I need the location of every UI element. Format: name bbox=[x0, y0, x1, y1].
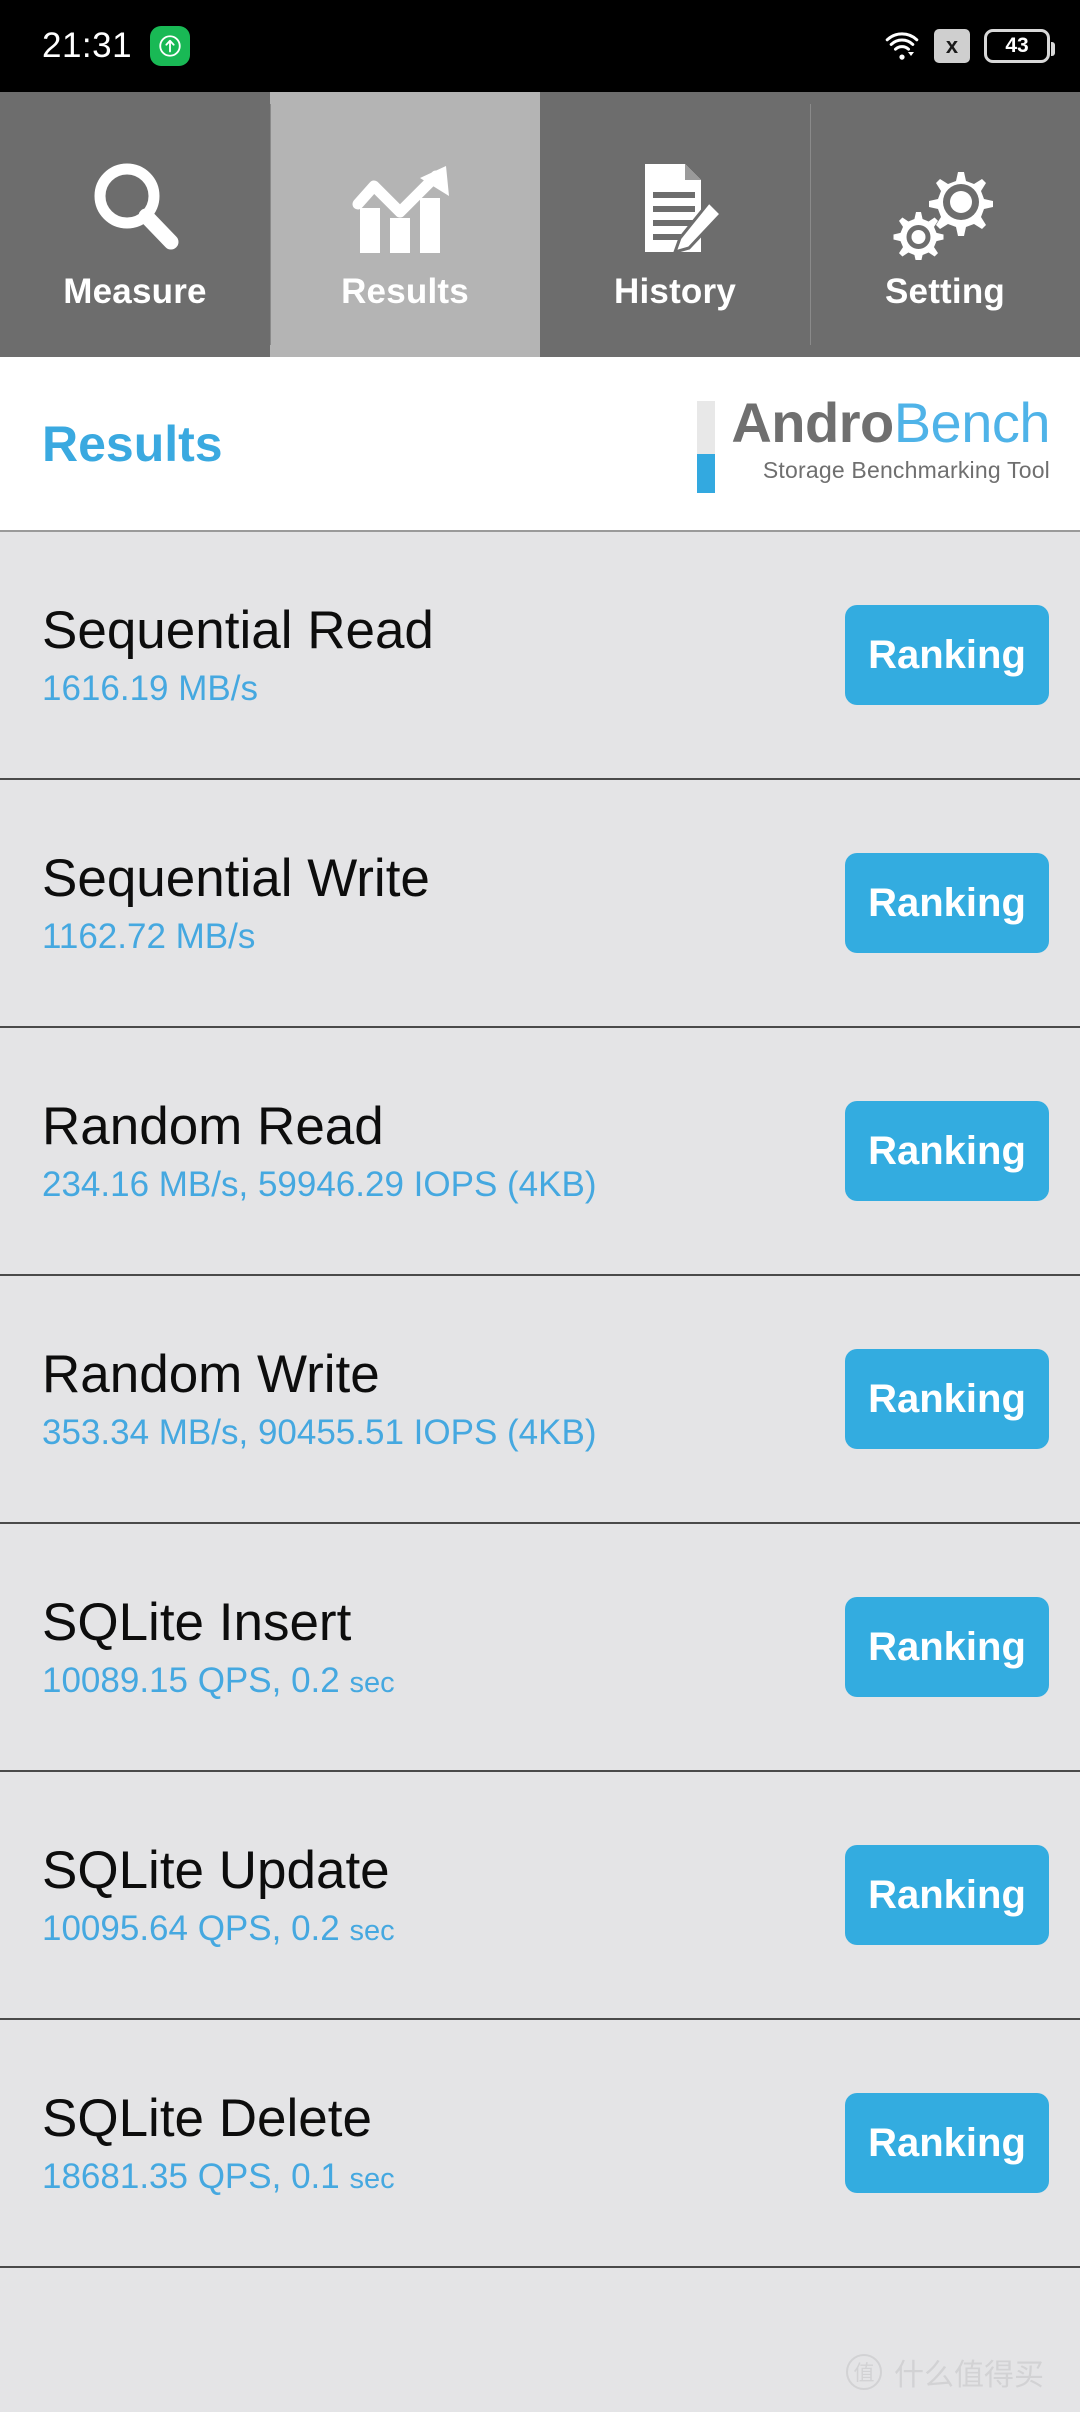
logo-text: AndroBench Storage Benchmarking Tool bbox=[731, 394, 1050, 484]
row-text: Sequential Write 1162.72 MB/s bbox=[42, 852, 430, 954]
row-text: SQLite Update 10095.64 QPS, 0.2 sec bbox=[42, 1844, 395, 1946]
result-value: 1162.72 MB/s bbox=[42, 919, 430, 954]
result-title: Random Write bbox=[42, 1345, 380, 1404]
row-text: SQLite Insert 10089.15 QPS, 0.2 sec bbox=[42, 1596, 395, 1698]
ranking-button[interactable]: Ranking bbox=[845, 1597, 1049, 1697]
logo-bar-icon bbox=[697, 400, 716, 493]
table-row[interactable]: SQLite Update 10095.64 QPS, 0.2 sec Rank… bbox=[0, 1772, 1080, 2020]
table-row[interactable]: SQLite Delete 18681.35 QPS, 0.1 sec Rank… bbox=[0, 2020, 1080, 2268]
logo-tagline: Storage Benchmarking Tool bbox=[762, 456, 1050, 483]
wifi-icon bbox=[884, 32, 920, 60]
tab-results[interactable]: Results bbox=[270, 92, 540, 357]
logo-andro: Andro bbox=[731, 390, 894, 454]
result-value-main: 1616.19 MB/s bbox=[42, 669, 258, 708]
status-clock: 21:31 bbox=[42, 26, 133, 65]
row-text: Random Write 353.34 MB/s, 90455.51 IOPS … bbox=[42, 1348, 596, 1450]
watermark: 值 什么值得买 bbox=[846, 2350, 1044, 2394]
result-value: 10089.15 QPS, 0.2 sec bbox=[42, 1663, 395, 1698]
result-value: 18681.35 QPS, 0.1 sec bbox=[42, 2159, 395, 2194]
document-pencil-icon bbox=[623, 148, 727, 268]
status-bar-left: 21:31 bbox=[42, 26, 191, 66]
result-value-main: 10089.15 QPS, 0.2 bbox=[42, 1661, 350, 1700]
upload-arrow-icon bbox=[150, 26, 191, 66]
row-text: Random Read 234.16 MB/s, 59946.29 IOPS (… bbox=[42, 1100, 596, 1202]
table-row[interactable]: SQLite Insert 10089.15 QPS, 0.2 sec Rank… bbox=[0, 1524, 1080, 1772]
result-title: Random Read bbox=[42, 1097, 384, 1156]
result-value: 234.16 MB/s, 59946.29 IOPS (4KB) bbox=[42, 1167, 596, 1202]
tab-measure[interactable]: Measure bbox=[0, 92, 270, 357]
watermark-logo-icon: 值 bbox=[846, 2354, 882, 2390]
page-header: Results AndroBench Storage Benchmarking … bbox=[0, 357, 1080, 532]
result-title: SQLite Update bbox=[42, 1841, 390, 1900]
tab-label-measure: Measure bbox=[63, 271, 207, 311]
result-value: 10095.64 QPS, 0.2 sec bbox=[42, 1911, 395, 1946]
result-title: Sequential Write bbox=[42, 849, 430, 908]
status-bar-right: x 43 bbox=[884, 29, 1055, 63]
result-value-unit: sec bbox=[349, 1667, 395, 1699]
androbench-logo: AndroBench Storage Benchmarking Tool bbox=[697, 394, 1051, 493]
result-value-main: 1162.72 MB/s bbox=[42, 917, 256, 956]
ranking-button[interactable]: Ranking bbox=[845, 853, 1049, 953]
x-icon: x bbox=[934, 29, 970, 63]
ranking-button[interactable]: Ranking bbox=[845, 1349, 1049, 1449]
result-value: 1616.19 MB/s bbox=[42, 671, 434, 706]
table-row[interactable]: Sequential Read 1616.19 MB/s Ranking bbox=[0, 532, 1080, 780]
result-value-unit: sec bbox=[349, 1915, 395, 1947]
watermark-text: 什么值得买 bbox=[894, 2359, 1044, 2392]
result-value-main: 18681.35 QPS, 0.1 bbox=[42, 2157, 350, 2196]
content-area: Sequential Read 1616.19 MB/s Ranking Seq… bbox=[0, 532, 1080, 2412]
tab-label-results: Results bbox=[341, 271, 469, 311]
logo-wordmark: AndroBench bbox=[731, 394, 1050, 451]
empty-area: 值 什么值得买 bbox=[0, 2268, 1080, 2412]
ranking-button[interactable]: Ranking bbox=[845, 1101, 1049, 1201]
gears-icon bbox=[890, 148, 1000, 268]
app-root: 21:31 x 43 Measure Results History Setti… bbox=[0, 0, 1080, 2412]
table-row[interactable]: Sequential Write 1162.72 MB/s Ranking bbox=[0, 780, 1080, 1028]
result-value: 353.34 MB/s, 90455.51 IOPS (4KB) bbox=[42, 1415, 596, 1450]
tab-history[interactable]: History bbox=[540, 92, 810, 357]
table-row[interactable]: Random Read 234.16 MB/s, 59946.29 IOPS (… bbox=[0, 1028, 1080, 1276]
row-text: SQLite Delete 18681.35 QPS, 0.1 sec bbox=[42, 2092, 395, 2194]
logo-bench: Bench bbox=[893, 390, 1051, 454]
result-title: SQLite Insert bbox=[42, 1593, 352, 1652]
tab-setting[interactable]: Setting bbox=[810, 92, 1080, 357]
result-title: SQLite Delete bbox=[42, 2089, 372, 2148]
ranking-button[interactable]: Ranking bbox=[845, 2093, 1049, 2193]
ranking-button[interactable]: Ranking bbox=[845, 605, 1049, 705]
page-title: Results bbox=[42, 415, 223, 472]
battery-indicator: 43 bbox=[984, 29, 1055, 63]
row-text: Sequential Read 1616.19 MB/s bbox=[42, 604, 434, 706]
ranking-button[interactable]: Ranking bbox=[845, 1845, 1049, 1945]
result-title: Sequential Read bbox=[42, 601, 434, 660]
result-value-unit: sec bbox=[349, 2163, 395, 2195]
result-value-main: 234.16 MB/s, 59946.29 IOPS (4KB) bbox=[42, 1165, 597, 1204]
bar-chart-trend-icon bbox=[350, 148, 460, 268]
result-value-main: 10095.64 QPS, 0.2 bbox=[42, 1909, 350, 1948]
status-bar: 21:31 x 43 bbox=[0, 0, 1080, 92]
tab-label-setting: Setting bbox=[884, 271, 1005, 311]
results-list: Sequential Read 1616.19 MB/s Ranking Seq… bbox=[0, 532, 1080, 2268]
magnifier-icon bbox=[83, 148, 187, 268]
tab-label-history: History bbox=[614, 271, 736, 311]
result-value-main: 353.34 MB/s, 90455.51 IOPS (4KB) bbox=[42, 1413, 597, 1452]
table-row[interactable]: Random Write 353.34 MB/s, 90455.51 IOPS … bbox=[0, 1276, 1080, 1524]
tab-bar: Measure Results History Setting bbox=[0, 92, 1080, 357]
